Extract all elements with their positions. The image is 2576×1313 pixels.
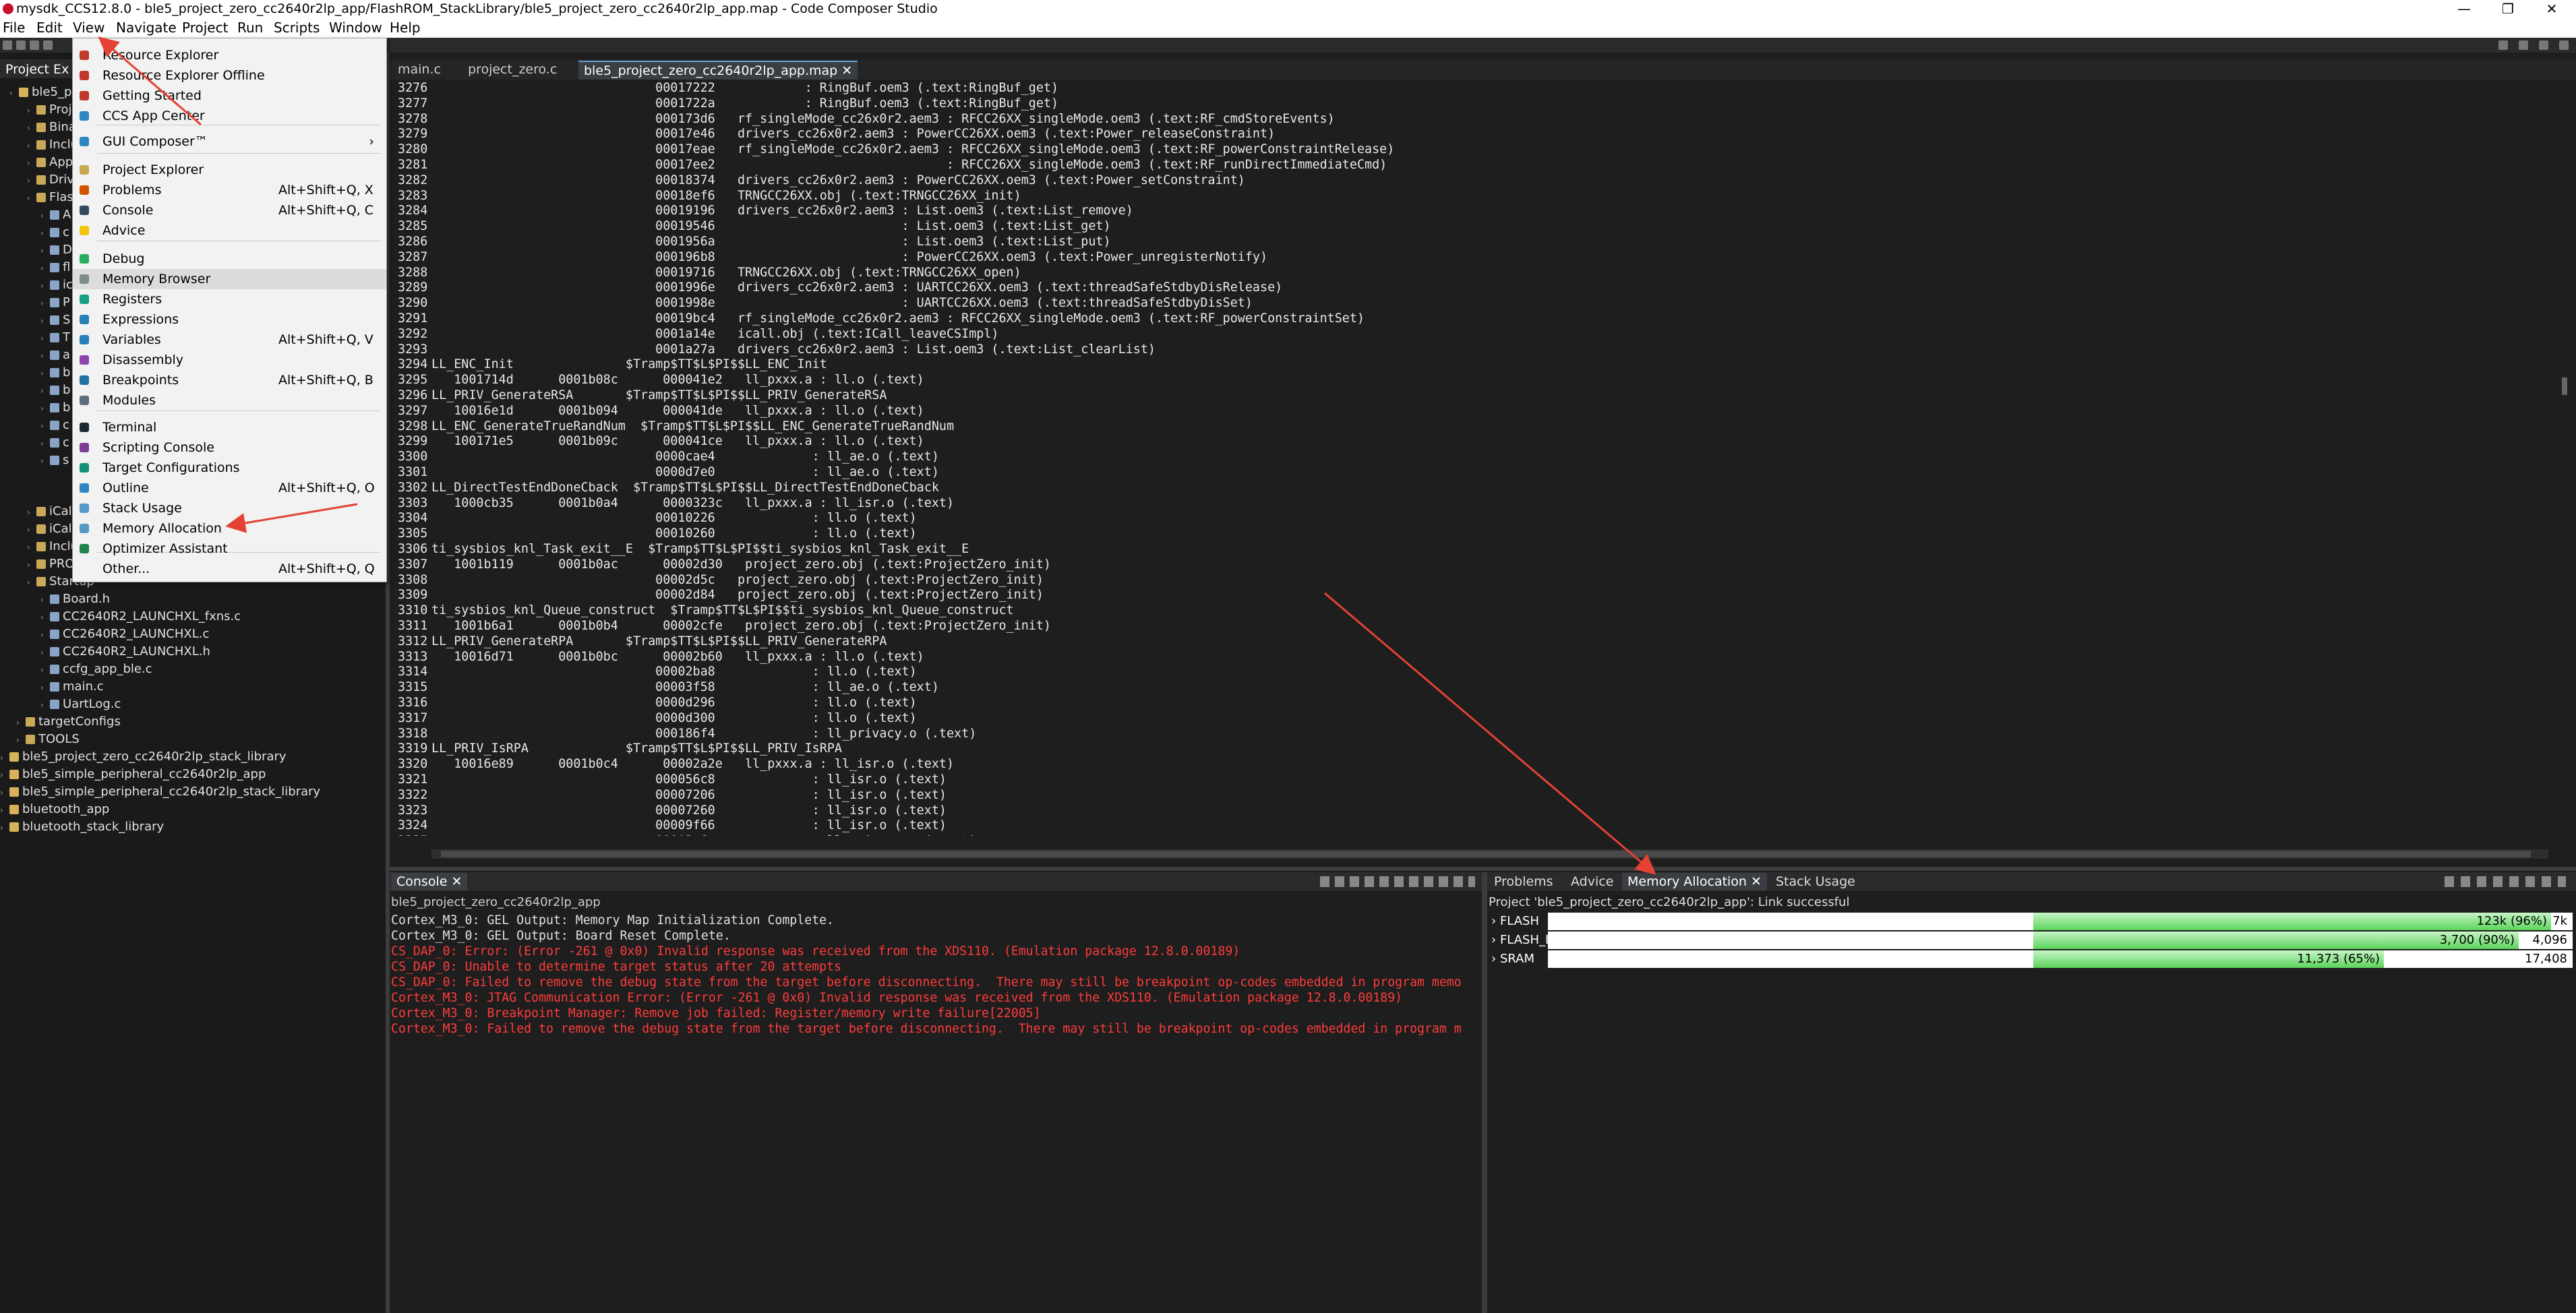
arrow-to-memory-allocation — [225, 503, 358, 533]
arrow-to-memory-allocation-tab — [1324, 592, 1656, 875]
arrow-to-view-menu — [98, 36, 202, 126]
annotation-arrows — [98, 36, 1656, 875]
